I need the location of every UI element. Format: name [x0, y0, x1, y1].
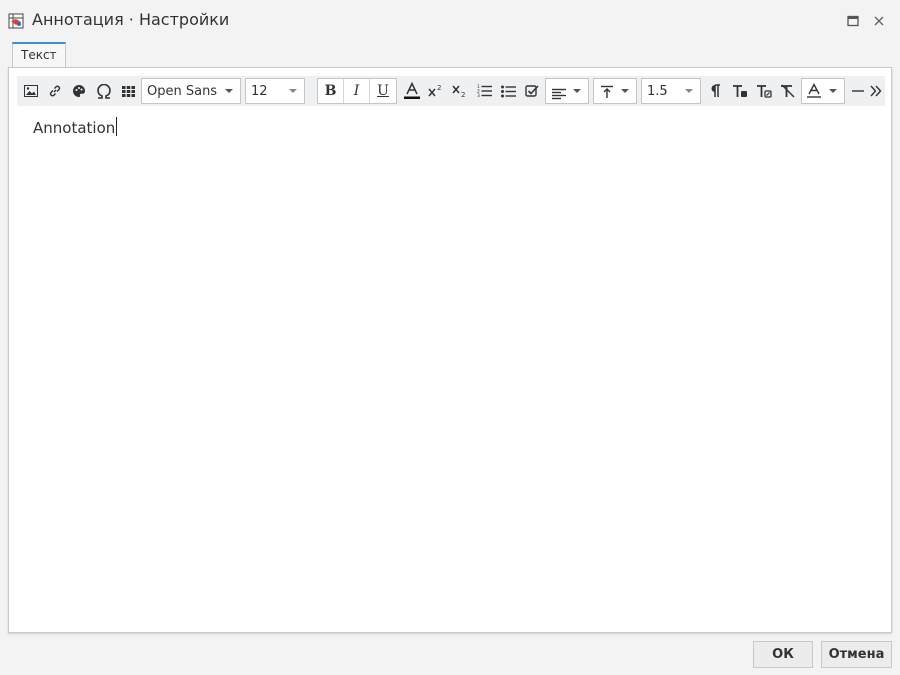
text-color-icon[interactable]	[402, 76, 422, 106]
tab-text[interactable]: Текст	[12, 42, 66, 68]
chevron-down-icon	[289, 89, 297, 93]
font-size-value: 12	[251, 83, 268, 99]
chevron-down-icon	[621, 89, 629, 93]
remove-format-icon[interactable]	[777, 76, 799, 106]
close-icon[interactable]	[870, 12, 888, 30]
annotation-app-icon	[8, 13, 24, 29]
image-icon[interactable]	[21, 76, 41, 106]
text-cursor	[116, 117, 118, 136]
svg-text:2: 2	[437, 84, 441, 92]
checklist-icon[interactable]	[522, 76, 542, 106]
font-family-value: Open Sans	[147, 83, 218, 99]
subscript-icon[interactable]: 2	[450, 76, 470, 106]
vertical-align-select[interactable]	[593, 78, 637, 104]
palette-icon[interactable]	[69, 76, 89, 106]
ok-button[interactable]: ОК	[753, 641, 813, 668]
chevron-down-icon	[685, 89, 693, 93]
cancel-button[interactable]: Отмена	[821, 641, 892, 668]
chevron-down-icon	[573, 89, 581, 93]
title-bar: Аннотация · Настройки	[0, 0, 900, 42]
paragraph-icon[interactable]	[705, 76, 725, 106]
tab-bar: Текст	[8, 42, 892, 68]
line-height-value: 1.5	[647, 83, 668, 99]
font-family-select[interactable]: Open Sans	[141, 78, 241, 104]
align-select[interactable]	[545, 78, 589, 104]
chevron-down-icon	[225, 89, 233, 93]
chevron-down-icon	[829, 89, 837, 93]
link-icon[interactable]	[45, 76, 65, 106]
horizontal-rule-icon[interactable]	[849, 76, 867, 106]
highlight-color-icon	[807, 82, 821, 103]
font-size-select[interactable]: 12	[245, 78, 305, 104]
align-left-icon	[552, 85, 566, 104]
editor-text: Annotation	[33, 119, 116, 137]
omega-icon[interactable]	[93, 76, 115, 106]
svg-text:3: 3	[477, 93, 480, 98]
vertical-align-top-icon	[600, 84, 614, 103]
rich-text-editor[interactable]: Annotation	[33, 117, 118, 137]
bold-button[interactable]: B	[318, 79, 344, 103]
numbered-list-icon[interactable]: 123	[474, 76, 494, 106]
table-icon[interactable]	[118, 76, 138, 106]
italic-button[interactable]: I	[344, 79, 370, 103]
highlight-color-select[interactable]	[801, 78, 845, 104]
window-title: Аннотация · Настройки	[32, 10, 230, 29]
bullet-list-icon[interactable]	[498, 76, 518, 106]
line-height-select[interactable]: 1.5	[641, 78, 701, 104]
underline-button[interactable]: U	[370, 79, 396, 103]
editor-toolbar: Open Sans 12 B I U 2 2 123 1.5	[17, 76, 885, 106]
maximize-icon[interactable]	[844, 12, 862, 30]
superscript-icon[interactable]: 2	[426, 76, 446, 106]
svg-text:2: 2	[461, 91, 465, 98]
clear-format-alt-icon[interactable]	[753, 76, 775, 106]
more-options-icon[interactable]	[867, 76, 885, 106]
editor-panel: Open Sans 12 B I U 2 2 123 1.5 Annotatio…	[8, 67, 892, 633]
text-style-group: B I U	[317, 78, 397, 104]
clear-format-icon[interactable]	[729, 76, 751, 106]
